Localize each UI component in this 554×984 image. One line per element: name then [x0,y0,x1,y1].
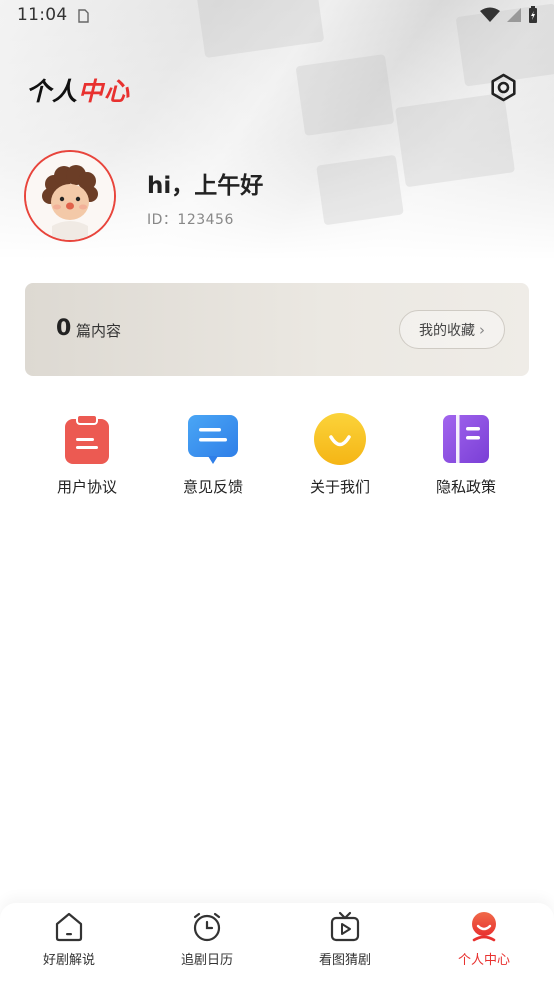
chevron-right-icon: › [479,320,485,339]
my-favorites-label: 我的收藏 [419,322,475,339]
tab-label: 追剧日历 [180,953,233,968]
user-id-text: ID：123456 [147,212,234,228]
cartoon-avatar-icon [26,152,114,240]
shortcut-feedback[interactable]: 意见反馈 [163,412,263,497]
signal-icon [506,7,522,27]
shortcut-label: 用户协议 [56,478,117,496]
user-agreement-icon [60,412,114,466]
status-time: 11:04 [17,5,68,25]
tab-label: 看图猜剧 [318,953,371,968]
tab-profile-center[interactable]: 个人中心 [434,911,534,968]
shortcut-label: 关于我们 [309,478,370,496]
avatar[interactable] [24,150,116,242]
bottom-tab-bar: 好剧解说 追剧日历 看图猜剧 个人中心 [0,903,554,984]
logo-part2: 中心 [78,77,131,106]
profile-icon [468,911,500,943]
home-icon [53,911,85,943]
shortcut-about-us[interactable]: 关于我们 [290,412,390,497]
shortcut-label: 意见反馈 [182,478,243,496]
tv-play-icon [329,911,361,943]
privacy-policy-icon [439,412,493,466]
my-favorites-button[interactable]: 我的收藏 › [399,310,505,349]
wifi-icon [480,7,500,27]
settings-button[interactable] [488,72,519,103]
sd-card-icon [76,8,90,27]
content-summary-card: 0 篇内容 我的收藏 › [25,283,529,376]
tab-label: 个人中心 [457,953,510,968]
status-bar: 11:04 [0,0,554,32]
alarm-clock-icon [191,911,223,943]
tab-guess-drama[interactable]: 看图猜剧 [295,911,395,968]
settings-icon [491,73,516,102]
tab-drama-commentary[interactable]: 好剧解说 [19,911,119,968]
content-count: 0 [56,316,72,341]
tab-drama-calendar[interactable]: 追剧日历 [157,911,257,968]
logo-part1: 个人 [26,77,79,106]
tab-label: 好剧解说 [42,953,95,968]
status-icons [480,6,538,28]
about-us-icon [313,412,367,466]
battery-icon [528,6,538,28]
content-count-label: 篇内容 [76,322,122,340]
shortcut-label: 隐私政策 [435,478,496,496]
page-title-logo: 个人中心 [26,72,130,108]
shortcut-privacy-policy[interactable]: 隐私政策 [416,412,516,497]
feedback-icon [186,412,240,466]
greeting-text: hi，上午好 [147,173,264,199]
shortcut-user-agreement[interactable]: 用户协议 [37,412,137,497]
